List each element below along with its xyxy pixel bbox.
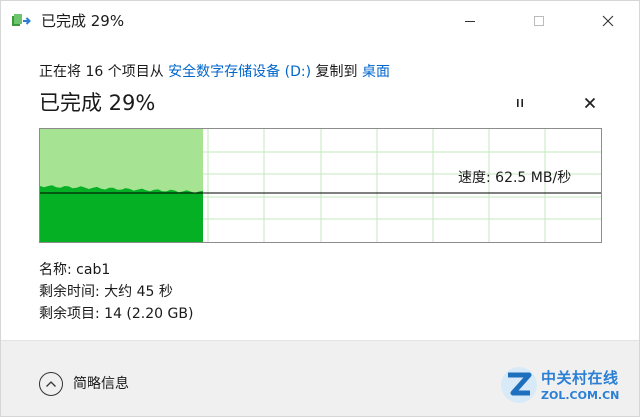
dialog-footer: 简略信息 中关村在线 ZOL.COM.CN — [1, 341, 639, 416]
maximize-icon — [534, 16, 544, 26]
destination-link[interactable]: 桌面 — [362, 64, 390, 80]
pause-button[interactable] — [509, 92, 531, 114]
detail-name-label: 名称: — [39, 262, 77, 278]
transfer-details: 名称: cab1 剩余时间: 大约 45 秒 剩余项目: 14 (2.20 GB… — [39, 259, 193, 325]
progress-title: 已完成 29% — [39, 91, 156, 115]
detail-time-label: 剩余时间: — [39, 284, 105, 300]
maximize-button[interactable] — [516, 1, 562, 41]
copy-middle: 复制到 — [311, 64, 362, 80]
cancel-icon — [584, 97, 596, 109]
close-button[interactable] — [585, 1, 631, 41]
title-bar[interactable]: 已完成 29% — [1, 1, 639, 41]
source-link[interactable]: 安全数字存储设备 (D:) — [168, 64, 311, 80]
detail-name-value: cab1 — [76, 262, 111, 278]
copy-progress-dialog: 已完成 29% 正在将 16 个项目从 安全数字存储设备 (D:) 复制到 桌面… — [0, 0, 640, 417]
detail-items-label: 剩余项目: — [39, 306, 105, 322]
chevron-up-icon — [39, 372, 63, 396]
zol-logo-icon — [501, 367, 537, 403]
minimize-button[interactable] — [447, 1, 493, 41]
less-details-button[interactable]: 简略信息 — [39, 372, 129, 396]
file-copy-icon — [12, 14, 31, 26]
copy-prefix: 正在将 16 个项目从 — [39, 64, 169, 80]
speed-label: 速度: 62.5 MB/秒 — [458, 170, 572, 186]
minimize-icon — [465, 21, 475, 22]
less-details-label: 简略信息 — [73, 376, 129, 392]
detail-time-value: 大约 45 秒 — [104, 284, 173, 300]
detail-time-row: 剩余时间: 大约 45 秒 — [39, 281, 193, 303]
zol-watermark: 中关村在线 ZOL.COM.CN — [499, 365, 639, 413]
pause-icon — [517, 99, 523, 107]
window-title: 已完成 29% — [41, 12, 125, 30]
watermark-line1: 中关村在线 — [541, 369, 619, 387]
cancel-button[interactable] — [579, 92, 601, 114]
close-icon — [602, 15, 614, 27]
detail-items-value: 14 (2.20 GB) — [104, 306, 194, 322]
transfer-speed-graph: 速度: 62.5 MB/秒 — [39, 128, 602, 243]
speed-history-area — [40, 185, 203, 242]
detail-items-row: 剩余项目: 14 (2.20 GB) — [39, 303, 193, 325]
detail-name-row: 名称: cab1 — [39, 259, 193, 281]
copy-description: 正在将 16 个项目从 安全数字存储设备 (D:) 复制到 桌面 — [39, 61, 390, 83]
watermark-line2: ZOL.COM.CN — [541, 389, 620, 402]
